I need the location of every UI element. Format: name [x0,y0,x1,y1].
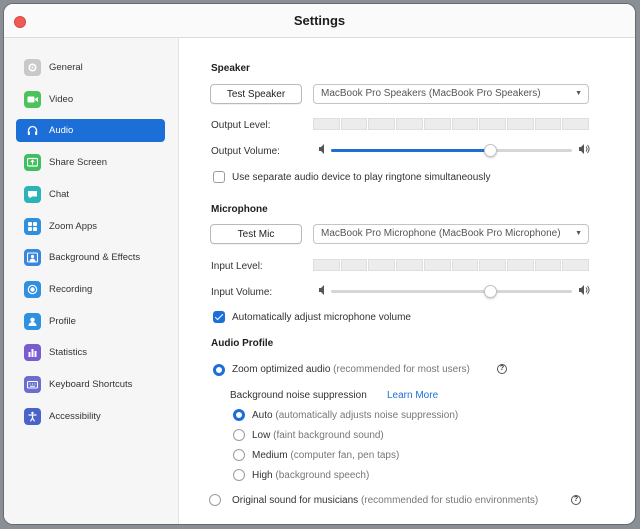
noise-low-label: Low (faint background sound) [252,430,384,441]
noise-auto-radio[interactable] [233,409,245,421]
zoom-optimized-label: Zoom optimized audio (recommended for mo… [232,364,470,375]
volume-low-icon [319,285,324,295]
input-level-meter [313,259,590,271]
output-level-meter [313,118,590,130]
input-volume-label: Input Volume: [211,287,273,298]
original-sound-hint: (recommended for studio environments) [360,495,539,506]
volume-high-icon [579,285,590,295]
microphone-select[interactable]: MacBook Pro Microphone (MacBook Pro Micr… [313,224,589,244]
sidebar-item-label: Background & Effects [49,252,141,264]
output-volume-fill [331,149,491,152]
noise-high-label: High (background speech) [252,470,369,481]
sidebar-item-video[interactable]: Video [16,88,165,111]
chat-bubble-icon [24,185,41,203]
sidebar-item-label: General [49,62,83,73]
microphone-section-title: Microphone [211,204,268,215]
original-sound-radio[interactable] [209,494,221,506]
keyboard-icon [24,376,41,393]
speaker-section-title: Speaker [211,63,250,74]
noise-low-radio[interactable] [233,429,245,441]
input-level-label: Input Level: [211,261,263,272]
headphones-icon [24,122,41,139]
background-icon [24,249,41,267]
noise-option-hint: (faint background sound) [273,430,384,441]
test-mic-button[interactable]: Test Mic [210,224,302,244]
sidebar-item-share-screen[interactable]: Share Screen [16,151,165,174]
sidebar-item-label: Keyboard Shortcuts [49,379,133,390]
sidebar-item-label: Video [49,93,74,105]
gear-icon [24,59,41,76]
statistics-icon [24,344,41,362]
noise-option-text: Low [252,430,271,441]
zoom-optimized-radio[interactable] [213,364,225,376]
separate-ringtone-checkbox[interactable] [213,171,225,183]
microphone-select-value: MacBook Pro Microphone (MacBook Pro Micr… [321,228,561,239]
zoom-optimized-hint: (recommended for most users) [333,364,470,375]
help-icon[interactable]: ? [571,495,581,505]
sidebar-item-accessibility[interactable]: Accessibility [16,405,165,428]
speaker-select[interactable]: MacBook Pro Speakers (MacBook Pro Speake… [313,84,589,104]
sidebar-item-label: Recording [49,283,93,295]
sidebar-item-chat[interactable]: Chat [16,183,165,206]
speaker-select-value: MacBook Pro Speakers (MacBook Pro Speake… [321,88,541,99]
noise-option-hint: (background speech) [275,470,370,481]
original-sound-text: Original sound for musicians [232,495,359,506]
sidebar-item-background-effects[interactable]: Background & Effects [16,246,165,269]
original-sound-label: Original sound for musicians (recommende… [232,495,538,506]
noise-option-hint: (automatically adjusts noise suppression… [275,410,459,421]
audio-profile-section-title: Audio Profile [211,338,274,349]
noise-option-hint: (computer fan, pen taps) [290,450,400,461]
sidebar-item-label: Chat [49,188,70,200]
video-camera-icon [24,90,41,108]
input-volume-slider[interactable] [331,285,572,298]
chevron-down-icon: ▼ [575,90,582,97]
auto-adjust-mic-label: Automatically adjust microphone volume [232,312,411,323]
sidebar-item-label: Audio [49,125,74,137]
volume-high-icon [579,144,590,154]
profile-icon [24,312,41,330]
sidebar-item-label: Profile [49,315,76,327]
sidebar-item-label: Share Screen [49,157,108,169]
output-volume-thumb[interactable] [483,144,497,157]
apps-icon [24,217,41,235]
accessibility-icon [24,407,41,425]
sidebar-item-profile[interactable]: Profile [16,310,165,333]
output-volume-slider[interactable] [331,144,572,157]
sidebar-item-general[interactable]: General [16,56,165,79]
zoom-optimized-text: Zoom optimized audio [232,364,331,375]
auto-adjust-mic-checkbox[interactable] [213,311,225,323]
output-level-label: Output Level: [211,120,271,131]
learn-more-link[interactable]: Learn More [387,390,438,401]
record-icon [24,280,41,298]
chevron-down-icon: ▼ [575,230,582,237]
sidebar-item-label: Accessibility [49,410,101,422]
share-screen-icon [24,154,41,172]
sidebar-item-statistics[interactable]: Statistics [16,341,165,364]
sidebar-item-label: Zoom Apps [49,220,98,232]
settings-window: Settings General Video Audio Share Screen Ch… [4,4,635,524]
noise-medium-radio[interactable] [233,449,245,461]
noise-high-radio[interactable] [233,469,245,481]
help-icon[interactable]: ? [497,364,507,374]
title-bar: Settings [4,4,635,38]
sidebar-item-keyboard-shortcuts[interactable]: Keyboard Shortcuts [16,373,165,396]
output-volume-label: Output Volume: [211,146,280,157]
volume-low-icon [319,144,324,154]
noise-suppression-label: Background noise suppression [230,390,367,401]
audio-settings-panel: Speaker Test Speaker MacBook Pro Speaker… [179,38,635,524]
sidebar-item-zoom-apps[interactable]: Zoom Apps [16,215,165,238]
sidebar-item-label: Statistics [49,347,88,359]
input-volume-thumb[interactable] [483,285,497,298]
noise-option-text: High [252,470,273,481]
separate-ringtone-label: Use separate audio device to play ringto… [232,172,491,183]
window-title: Settings [293,13,346,28]
sidebar-item-audio[interactable]: Audio [16,119,165,143]
noise-option-text: Auto [252,410,273,421]
noise-auto-label: Auto (automatically adjusts noise suppre… [252,410,458,421]
sidebar-item-recording[interactable]: Recording [16,278,165,301]
noise-medium-label: Medium (computer fan, pen taps) [252,450,399,461]
sidebar: General Video Audio Share Screen Chat Zoom Ap… [4,38,179,524]
test-speaker-button[interactable]: Test Speaker [210,84,302,104]
noise-option-text: Medium [252,450,288,461]
